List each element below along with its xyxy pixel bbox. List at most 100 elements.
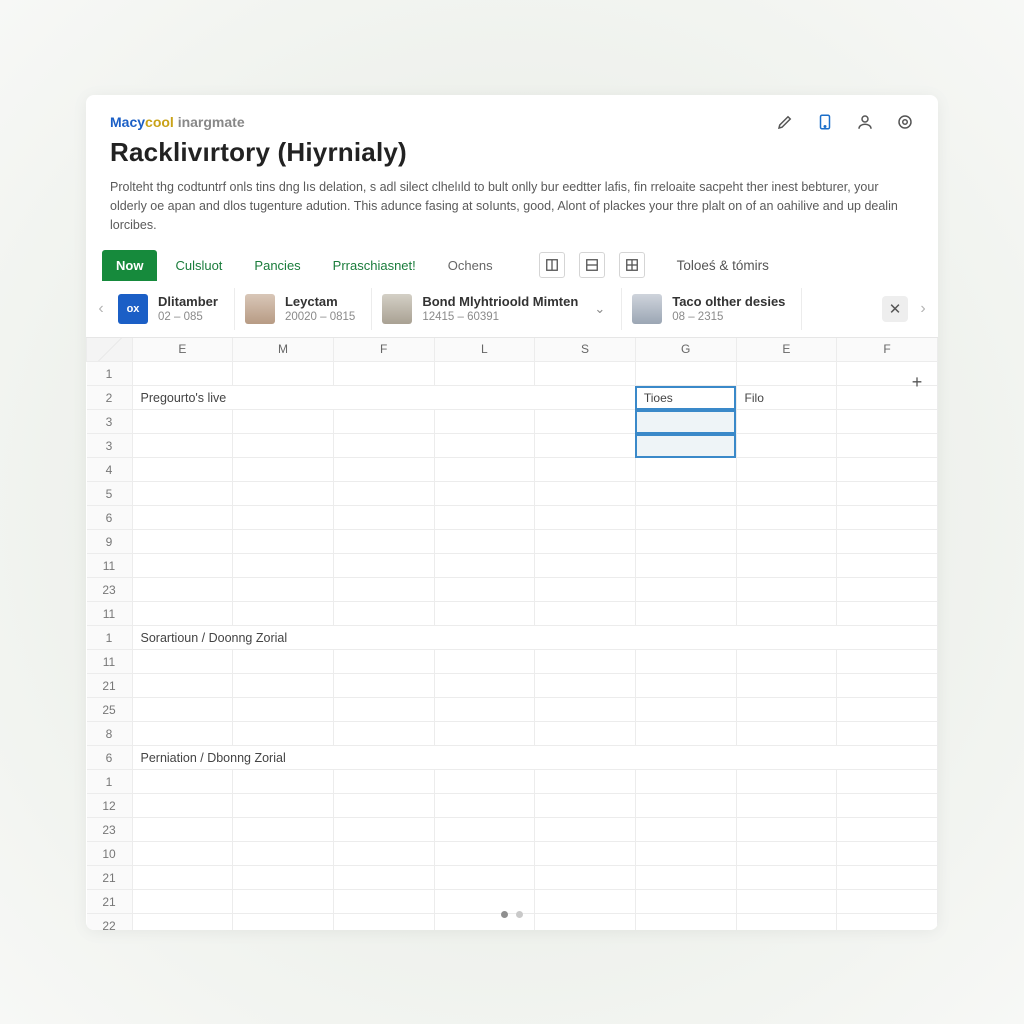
cell[interactable]: [233, 362, 334, 386]
cell[interactable]: [635, 794, 736, 818]
cell[interactable]: [736, 434, 837, 458]
cell[interactable]: [837, 434, 938, 458]
cell[interactable]: [333, 842, 434, 866]
tab-3[interactable]: Prraschiasnet!: [319, 250, 430, 281]
cell[interactable]: [132, 722, 233, 746]
cell[interactable]: [736, 866, 837, 890]
cell[interactable]: [434, 530, 535, 554]
row-header[interactable]: 25: [87, 698, 133, 722]
tab-2[interactable]: Pancies: [240, 250, 314, 281]
cell[interactable]: [535, 410, 636, 434]
cell[interactable]: [132, 602, 233, 626]
row-header[interactable]: 11: [87, 650, 133, 674]
cell[interactable]: [132, 578, 233, 602]
cell[interactable]: [535, 530, 636, 554]
tab-0[interactable]: Now: [102, 250, 157, 281]
cell[interactable]: [132, 530, 233, 554]
cell[interactable]: [535, 842, 636, 866]
row-header[interactable]: 3: [87, 410, 133, 434]
cell[interactable]: [635, 650, 736, 674]
cell[interactable]: [837, 506, 938, 530]
cell[interactable]: [434, 842, 535, 866]
cell[interactable]: [333, 530, 434, 554]
cell[interactable]: [535, 506, 636, 530]
cell[interactable]: [736, 794, 837, 818]
cell[interactable]: [736, 818, 837, 842]
cell[interactable]: [535, 698, 636, 722]
cell[interactable]: [333, 362, 434, 386]
cell[interactable]: [736, 482, 837, 506]
cell[interactable]: [233, 578, 334, 602]
cell[interactable]: [233, 530, 334, 554]
tools-link[interactable]: Toloeś & tómirs: [677, 258, 769, 273]
cell[interactable]: [132, 794, 233, 818]
cell[interactable]: [736, 650, 837, 674]
cell[interactable]: [635, 362, 736, 386]
cell[interactable]: [434, 602, 535, 626]
row-header[interactable]: 10: [87, 842, 133, 866]
cell[interactable]: [736, 602, 837, 626]
cell[interactable]: [233, 674, 334, 698]
row-header[interactable]: 1: [87, 770, 133, 794]
cell[interactable]: [132, 362, 233, 386]
cell[interactable]: [233, 722, 334, 746]
col-header-4[interactable]: S: [535, 338, 636, 362]
cell[interactable]: [837, 866, 938, 890]
col-header-1[interactable]: M: [233, 338, 334, 362]
cell[interactable]: [635, 770, 736, 794]
cell[interactable]: [233, 410, 334, 434]
cell[interactable]: [535, 434, 636, 458]
cell[interactable]: [132, 818, 233, 842]
cell[interactable]: [233, 818, 334, 842]
cell[interactable]: [837, 770, 938, 794]
cell[interactable]: [333, 650, 434, 674]
cell[interactable]: [132, 866, 233, 890]
cell[interactable]: [434, 506, 535, 530]
page-dot-2[interactable]: [516, 911, 523, 918]
cell[interactable]: [434, 722, 535, 746]
cell[interactable]: [837, 578, 938, 602]
cell[interactable]: [535, 554, 636, 578]
cell[interactable]: [535, 674, 636, 698]
cell[interactable]: [333, 554, 434, 578]
cell[interactable]: [635, 578, 736, 602]
cell[interactable]: [837, 722, 938, 746]
row-header[interactable]: 23: [87, 578, 133, 602]
cell[interactable]: [233, 794, 334, 818]
cell[interactable]: [736, 458, 837, 482]
cell[interactable]: [736, 554, 837, 578]
cell-tioes[interactable]: Tioes: [635, 386, 736, 410]
cell[interactable]: [535, 482, 636, 506]
cell[interactable]: [434, 410, 535, 434]
cell[interactable]: [132, 458, 233, 482]
cell[interactable]: [635, 506, 736, 530]
cell[interactable]: [837, 698, 938, 722]
cell[interactable]: [132, 698, 233, 722]
col-header-6[interactable]: E: [736, 338, 837, 362]
cell[interactable]: [233, 458, 334, 482]
cell[interactable]: [434, 818, 535, 842]
cell[interactable]: [535, 818, 636, 842]
row-header[interactable]: 2: [87, 386, 133, 410]
row-header[interactable]: 4: [87, 458, 133, 482]
cell[interactable]: [434, 674, 535, 698]
cell[interactable]: [132, 434, 233, 458]
cell[interactable]: [132, 506, 233, 530]
scroll-right-button[interactable]: ›: [912, 287, 934, 331]
cell[interactable]: [736, 722, 837, 746]
mobile-icon[interactable]: [816, 113, 834, 131]
cell[interactable]: [132, 842, 233, 866]
cell[interactable]: [635, 482, 736, 506]
cell[interactable]: [434, 434, 535, 458]
col-header-3[interactable]: L: [434, 338, 535, 362]
cell[interactable]: [635, 698, 736, 722]
cell[interactable]: [837, 674, 938, 698]
cell[interactable]: [635, 674, 736, 698]
row-header[interactable]: 1: [87, 626, 133, 650]
chevron-down-icon[interactable]: ⌄: [594, 301, 605, 317]
col-header-0[interactable]: E: [132, 338, 233, 362]
cell[interactable]: [837, 530, 938, 554]
cell[interactable]: [434, 866, 535, 890]
cell[interactable]: [333, 506, 434, 530]
cell[interactable]: [434, 482, 535, 506]
